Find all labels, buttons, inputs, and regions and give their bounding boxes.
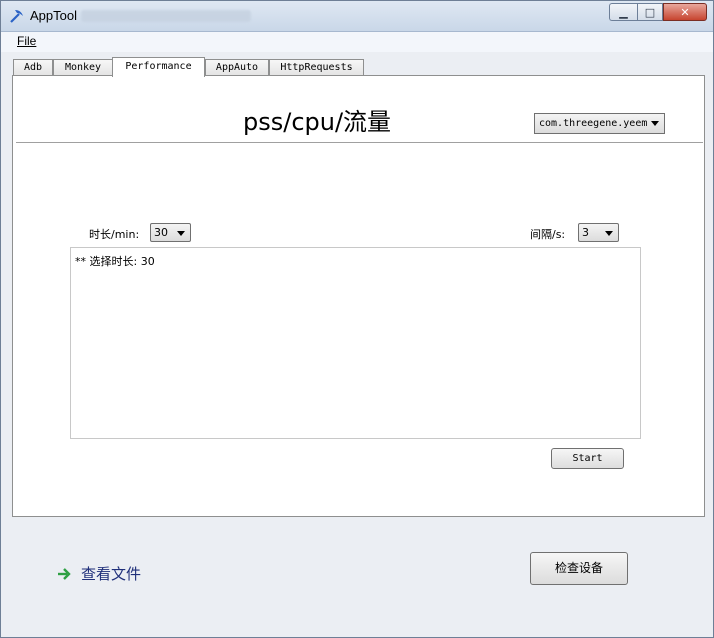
green-arrow-icon bbox=[58, 567, 71, 580]
menu-file[interactable]: File bbox=[17, 34, 36, 48]
window-title: AppTool bbox=[30, 8, 77, 23]
tab-adb[interactable]: Adb bbox=[13, 59, 53, 76]
tab-performance[interactable]: Performance bbox=[112, 57, 205, 77]
blurred-title-region bbox=[81, 10, 251, 22]
view-files-link[interactable]: 查看文件 bbox=[57, 563, 141, 584]
title-bar: AppTool ▁ □ ✕ bbox=[1, 1, 713, 32]
interval-select-value: 3 bbox=[582, 226, 589, 239]
tab-appauto[interactable]: AppAuto bbox=[205, 59, 269, 76]
pickaxe-icon bbox=[10, 10, 23, 23]
package-select-value: com.threegene.yeem bbox=[539, 118, 648, 129]
menu-file-label: File bbox=[17, 34, 37, 48]
chevron-down-icon bbox=[605, 231, 613, 236]
check-device-button[interactable]: 检查设备 bbox=[530, 552, 628, 585]
view-files-label: 查看文件 bbox=[81, 565, 142, 583]
maximize-button[interactable]: □ bbox=[637, 3, 663, 21]
minimize-icon: ▁ bbox=[619, 5, 628, 19]
tab-label: Monkey bbox=[64, 62, 102, 73]
window-bottom-edge bbox=[1, 631, 713, 637]
duration-select[interactable]: 30 bbox=[150, 223, 191, 242]
start-button[interactable]: Start bbox=[551, 448, 624, 469]
performance-panel: pss/cpu/流量 com.threegene.yeem 时长/min: 30… bbox=[12, 75, 705, 517]
tab-httprequests[interactable]: HttpRequests bbox=[269, 59, 364, 76]
menu-bar: File bbox=[1, 32, 713, 52]
log-output[interactable]: ** 选择时长: 30 bbox=[70, 247, 641, 439]
chevron-down-icon bbox=[651, 121, 659, 126]
divider bbox=[16, 142, 703, 143]
close-button[interactable]: ✕ bbox=[663, 3, 707, 21]
app-window: AppTool ▁ □ ✕ File Adb Monkey Performanc… bbox=[0, 0, 714, 638]
tab-label: AppAuto bbox=[215, 62, 259, 73]
page-title: pss/cpu/流量 bbox=[243, 108, 392, 136]
duration-label: 时长/min: bbox=[89, 228, 140, 241]
maximize-icon: □ bbox=[644, 5, 656, 19]
tab-label: Adb bbox=[23, 62, 43, 73]
interval-label: 间隔/s: bbox=[530, 228, 566, 241]
tab-label: Performance bbox=[125, 61, 192, 72]
tab-monkey[interactable]: Monkey bbox=[53, 59, 113, 76]
interval-select[interactable]: 3 bbox=[578, 223, 619, 242]
package-select[interactable]: com.threegene.yeem bbox=[534, 113, 665, 134]
duration-select-value: 30 bbox=[154, 226, 168, 239]
close-icon: ✕ bbox=[680, 5, 690, 19]
chevron-down-icon bbox=[177, 231, 185, 236]
tab-label: HttpRequests bbox=[280, 62, 353, 73]
minimize-button[interactable]: ▁ bbox=[609, 3, 637, 21]
log-line: ** 选择时长: 30 bbox=[75, 255, 155, 268]
